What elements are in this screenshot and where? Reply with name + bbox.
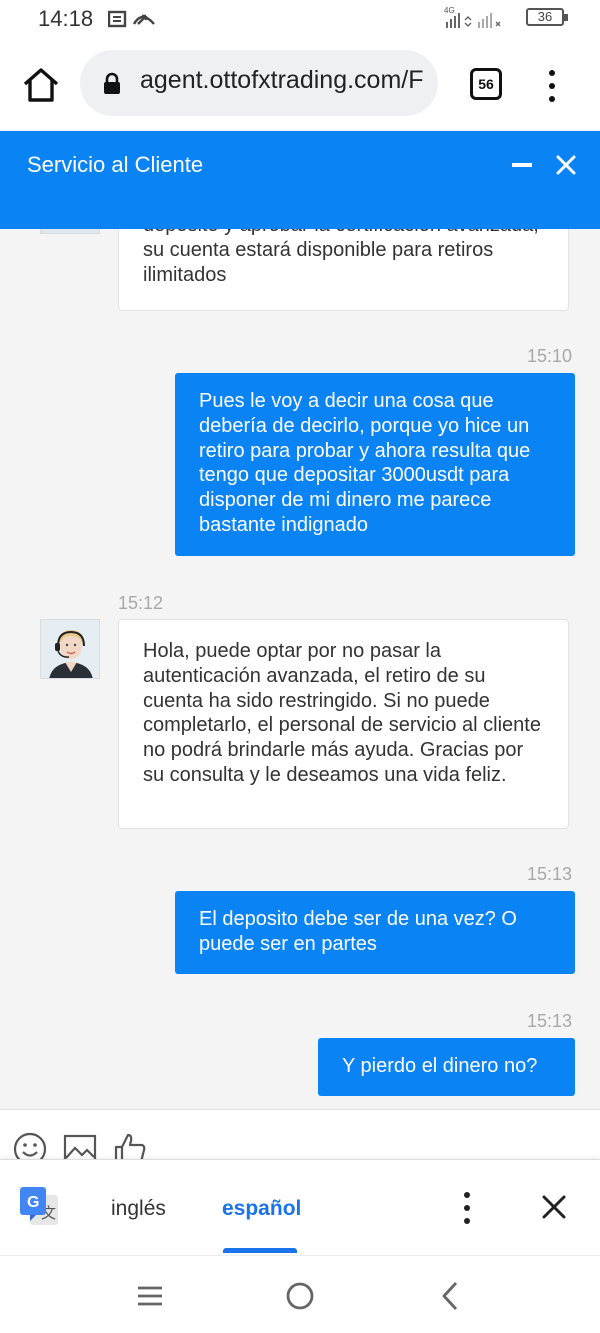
message-user: Y pierdo el dinero no? [318,1038,575,1096]
signal-icon: 4G [444,6,501,28]
dot-icon [464,1205,470,1211]
translate-bar: 文 G inglés español [0,1159,600,1255]
dot-icon [549,70,555,76]
notification-icon [107,10,155,28]
message-agent: Hola, puede optar por no pasar la autent… [118,619,569,829]
message-text: Pues le voy a decir una cosa que debería… [199,390,531,536]
back-chevron-icon [442,1282,458,1310]
home-nav-button[interactable] [282,1278,318,1314]
tabs-button[interactable]: 56 [470,68,502,100]
thumbs-up-icon [114,1133,146,1159]
avatar-image [41,229,99,233]
dot-icon [464,1192,470,1198]
translate-more-button[interactable] [455,1190,479,1226]
google-translate-icon[interactable]: 文 G [20,1187,60,1227]
menu-icon [138,1286,162,1306]
message-time: 15:13 [527,1011,573,1031]
agent-avatar [40,619,100,679]
translate-logo-icon: 文 G [20,1187,58,1225]
close-icon [542,1195,566,1219]
translate-source-language[interactable]: inglés [111,1197,166,1221]
dot-icon [549,96,555,102]
battery-icon: 36 [526,8,568,26]
chat-messages[interactable]: deposito y aprobar la certificacion avan… [0,229,600,1109]
agent-avatar-image [41,620,99,678]
lock-icon [104,72,120,94]
minimize-button[interactable] [512,163,532,167]
url-text: agent.ottofxtrading.com/F [140,66,424,94]
status-bar: 14:18 4G 36 [0,0,600,38]
message-user: Pues le voy a decir una cosa que debería… [175,373,575,556]
message-text: Y pierdo el dinero no? [342,1055,538,1077]
like-button[interactable] [113,1132,147,1159]
url-bar[interactable]: agent.ottofxtrading.com/F [80,50,438,116]
home-button[interactable] [20,64,62,106]
recent-apps-button[interactable] [132,1278,168,1314]
network-type: 4G [444,6,455,15]
status-notification-icons [107,8,168,30]
translate-target-language[interactable]: español [222,1197,301,1221]
selected-language-indicator [223,1248,297,1253]
status-right: 4G 36 [444,6,568,30]
smiley-icon [13,1132,47,1159]
message-text: Hola, puede optar por no pasar la autent… [143,640,541,786]
message-text: El deposito debe ser de una vez? O puede… [199,908,517,955]
browser-menu-button[interactable] [540,66,564,106]
close-chat-button[interactable] [552,151,580,179]
browser-address-bar: agent.ottofxtrading.com/F 56 [0,38,600,130]
message-agent: deposito y aprobar la certificacion avan… [118,229,569,311]
close-icon [556,155,576,175]
message-time: 15:12 [118,593,164,613]
image-button[interactable] [63,1132,97,1159]
chat-input-toolbar [0,1109,600,1159]
agent-avatar [40,229,100,234]
chat-header: Servicio al Cliente [0,131,600,229]
message-time: 15:10 [527,346,573,366]
dot-icon [549,83,555,89]
message-user: El deposito debe ser de una vez? O puede… [175,891,575,974]
circle-icon [286,1282,314,1310]
emoji-button[interactable] [13,1132,47,1159]
chat-title: Servicio al Cliente [27,152,204,177]
status-time: 14:18 [38,6,94,31]
svg-text:G: G [27,1194,39,1211]
system-nav-bar [0,1255,600,1333]
dot-icon [464,1218,470,1224]
translate-close-button[interactable] [540,1193,568,1221]
home-icon [23,68,59,102]
back-nav-button[interactable] [432,1278,468,1314]
message-text: deposito y aprobar la certificacion avan… [143,229,539,286]
image-icon [63,1134,97,1159]
message-time: 15:13 [527,864,573,884]
